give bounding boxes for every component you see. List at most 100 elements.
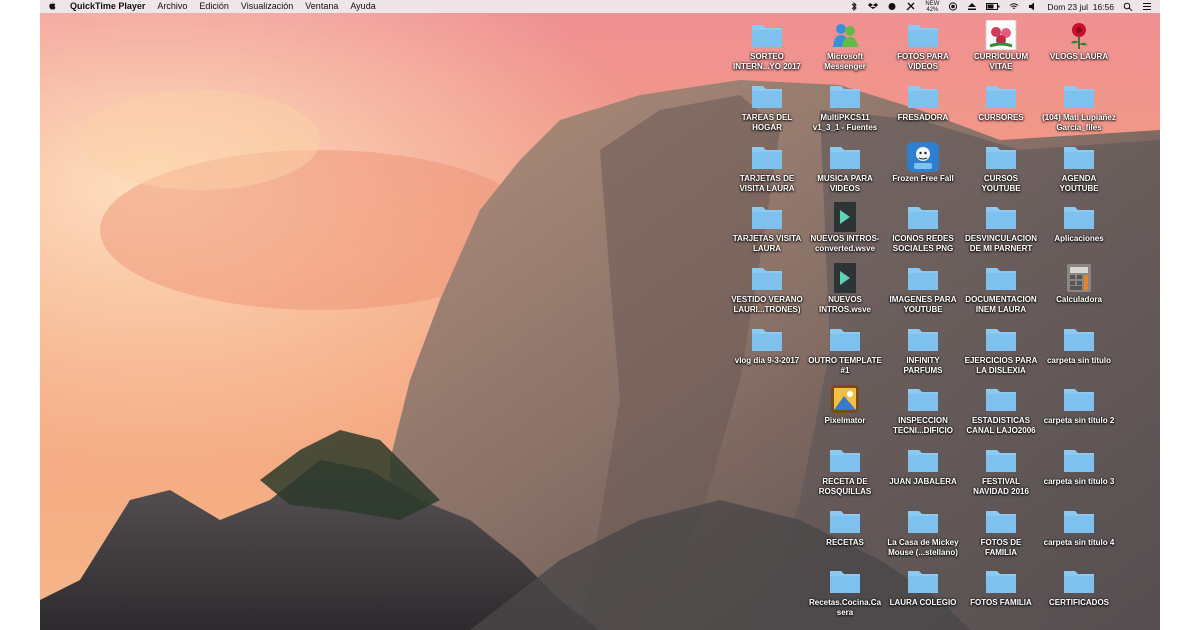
desktop-item-outro-template-1[interactable]: OUTRO TEMPLATE #1 — [806, 324, 884, 376]
desktop-item-label: ESTADISTICAS CANAL LAJO2006 — [966, 416, 1036, 435]
folder-icon — [906, 202, 940, 232]
desktop-item-vlogs-laura[interactable]: VLOGS LAURA — [1040, 20, 1118, 62]
rose-icon — [1062, 20, 1096, 50]
desktop-item-imagenes-para-youtube[interactable]: IMAGENES PARA YOUTUBE — [884, 263, 962, 315]
desktop-item-microsoft-messenger[interactable]: Microsoft Messenger — [806, 20, 884, 72]
desktop-item-tarjetas-de-visita-laura[interactable]: TARJETAS DE VISITA LAURA — [728, 142, 806, 194]
desktop-item-musica-para-videos[interactable]: MUSICA PARA VIDEOS — [806, 142, 884, 194]
folder-icon — [828, 81, 862, 111]
desktop-item-carpeta-sin-t-tulo[interactable]: carpeta sin título — [1040, 324, 1118, 366]
desktop-item-label: CERTIFICADOS — [1049, 598, 1109, 607]
apple-menu-icon[interactable] — [40, 1, 64, 12]
desktop-item-inspeccion-tecni-dificio[interactable]: INSPECCION TECNI...DIFICIO — [884, 384, 962, 436]
desktop-item-label: CURSOS YOUTUBE — [981, 174, 1021, 193]
desktop-item-label: MUSICA PARA VIDEOS — [817, 174, 873, 193]
desktop-item-label: Recetas.Cocina.Ca sera — [808, 598, 882, 617]
desktop-item-desvinculacion-de-mi-parnert[interactable]: DESVINCULACION DE MI PARNERT — [962, 202, 1040, 254]
record-icon[interactable] — [948, 2, 958, 11]
desktop-item-juan-jabalera[interactable]: JUAN JABALERA — [884, 445, 962, 487]
desktop-item-documentacion-inem-laura[interactable]: DOCUMENTACION INEM LAURA — [962, 263, 1040, 315]
desktop-item-fotos-de-familia[interactable]: FOTOS DE FAMILIA — [962, 506, 1040, 558]
desktop-item-agenda-youtube[interactable]: AGENDA YOUTUBE — [1040, 142, 1118, 194]
desktop-item-infinity-parfums[interactable]: INFINITY PARFUMS — [884, 324, 962, 376]
menu-ayuda[interactable]: Ayuda — [344, 0, 381, 13]
desktop-item-vlog-dia-9-3-2017[interactable]: vlog dia 9-3-2017 — [728, 324, 806, 366]
notification-center-icon[interactable] — [1142, 2, 1152, 11]
desktop-item-tareas-del-hogar[interactable]: TAREAS DEL HOGAR — [728, 81, 806, 133]
desktop-item-recetas[interactable]: RECETAS — [806, 506, 884, 548]
desktop-item-multipkcs11-v1-3-1-fuentes[interactable]: MultiPKCS11 v1_3_1 - Fuentes — [806, 81, 884, 133]
desktop-item-fotos-familia[interactable]: FOTOS FAMILIA — [962, 566, 1040, 608]
desktop-item-pixelmator[interactable]: Pixelmator — [806, 384, 884, 426]
desktop-item-cursores[interactable]: CURSORES — [962, 81, 1040, 123]
folder-icon — [750, 81, 784, 111]
battery-icon[interactable] — [986, 2, 1000, 11]
desktop-item-aplicaciones[interactable]: Aplicaciones — [1040, 202, 1118, 244]
desktop-item-festival-navidad-2016[interactable]: FESTIVAL NAVIDAD 2016 — [962, 445, 1040, 497]
wsve-icon — [828, 202, 862, 232]
desktop-item-104-mati-lupia-ez-garcia-files[interactable]: (104) Mati Lupiañez Garcia_files — [1040, 81, 1118, 133]
desktop-item-label: NUEVOS INTROS.wsve — [818, 295, 871, 314]
desktop-item-tarjetas-visita-laura[interactable]: TARJETAS VISITA LAURA — [728, 202, 806, 254]
dropbox-icon[interactable] — [868, 2, 879, 11]
menu-archivo[interactable]: Archivo — [151, 0, 193, 13]
desktop-item-recetas-cocina-ca-sera[interactable]: Recetas.Cocina.Ca sera — [806, 566, 884, 618]
desktop-item-nuevos-intros-converted-wsve[interactable]: NUEVOS INTROS- converted.wsve — [806, 202, 884, 254]
menu-ventana[interactable]: Ventana — [299, 0, 344, 13]
desktop-item-carpeta-sin-t-tulo-2[interactable]: carpeta sin título 2 — [1040, 384, 1118, 426]
folder-icon — [828, 566, 862, 596]
folder-icon — [828, 506, 862, 536]
desktop-screen: QuickTime Player Archivo Edición Visuali… — [40, 0, 1160, 630]
desktop-item-label: La Casa de Mickey Mouse (...stellano) — [887, 538, 959, 557]
battery-label-top: NEW — [925, 0, 940, 7]
desktop-item-curriculum-vitae[interactable]: CURRICULUM VITAE — [962, 20, 1040, 72]
bluetooth-status-icon[interactable] — [849, 2, 859, 11]
folder-icon — [750, 20, 784, 50]
folder-icon — [828, 142, 862, 172]
desktop-item-nuevos-intros-wsve[interactable]: NUEVOS INTROS.wsve — [806, 263, 884, 315]
volume-icon[interactable] — [1028, 2, 1038, 11]
desktop-item-ejercicios-para-la-dislexia[interactable]: EJERCICIOS PARA LA DISLEXIA — [962, 324, 1040, 376]
desktop-item-label: OUTRO TEMPLATE #1 — [808, 356, 882, 375]
desktop-item-receta-de-rosquillas[interactable]: RECETA DE ROSQUILLAS — [806, 445, 884, 497]
menubar-clock[interactable]: Dom 23 jul 16:56 — [1047, 2, 1114, 12]
desktop-item-iconos-redes-sociales-png[interactable]: ICONOS REDES SOCIALES PNG — [884, 202, 962, 254]
folder-icon — [906, 20, 940, 50]
folder-icon — [906, 506, 940, 536]
desktop-item-carpeta-sin-t-tulo-4[interactable]: carpeta sin título 4 — [1040, 506, 1118, 548]
flowers-icon — [984, 20, 1018, 50]
battery-status[interactable]: NEW 42% — [925, 1, 939, 13]
desktop-item-label: ICONOS REDES SOCIALES PNG — [892, 234, 954, 253]
desktop-item-cursos-youtube[interactable]: CURSOS YOUTUBE — [962, 142, 1040, 194]
eject-icon[interactable] — [967, 2, 977, 11]
desktop-item-sorteo-intern-yo-2017[interactable]: SORTEO INTERN...YO 2017 — [728, 20, 806, 72]
menu-edicion[interactable]: Edición — [193, 0, 235, 13]
desktop-item-estadisticas-canal-lajo2006[interactable]: ESTADISTICAS CANAL LAJO2006 — [962, 384, 1040, 436]
desktop-item-laura-colegio[interactable]: LAURA COLEGIO — [884, 566, 962, 608]
desktop-item-label: FRESADORA — [897, 113, 949, 122]
pixelmator-icon — [828, 384, 862, 414]
desktop-item-label: INSPECCION TECNI...DIFICIO — [893, 416, 953, 435]
tools-icon[interactable] — [906, 2, 916, 11]
menu-visualizacion[interactable]: Visualización — [235, 0, 299, 13]
desktop-item-la-casa-de-mickey-mouse-stellano[interactable]: La Casa de Mickey Mouse (...stellano) — [884, 506, 962, 558]
desktop-item-carpeta-sin-t-tulo-3[interactable]: carpeta sin título 3 — [1040, 445, 1118, 487]
menu-app-name[interactable]: QuickTime Player — [64, 0, 151, 13]
desktop-item-vestido-verano-lauri-trones[interactable]: VESTIDO VERANO LAURI...TRONES) — [728, 263, 806, 315]
folder-icon — [750, 142, 784, 172]
desktop-item-calculadora[interactable]: Calculadora — [1040, 263, 1118, 305]
desktop-item-certificados[interactable]: CERTIFICADOS — [1040, 566, 1118, 608]
folder-icon — [828, 324, 862, 354]
desktop-item-fotos-para-videos[interactable]: FOTOS PARA VIDEOS — [884, 20, 962, 72]
folder-icon — [984, 324, 1018, 354]
folder-icon — [984, 202, 1018, 232]
desktop-item-fresadora[interactable]: FRESADORA — [884, 81, 962, 123]
spotlight-search-icon[interactable] — [1123, 2, 1133, 11]
desktop-item-label: TAREAS DEL HOGAR — [741, 113, 793, 132]
folder-icon — [828, 445, 862, 475]
desktop-item-label: Microsoft Messenger — [824, 52, 866, 71]
wifi-icon[interactable] — [1009, 2, 1019, 11]
desktop-item-frozen-free-fall[interactable]: Frozen Free Fall — [884, 142, 962, 184]
evernote-icon[interactable] — [887, 2, 897, 11]
desktop-item-label: EJERCICIOS PARA LA DISLEXIA — [964, 356, 1038, 375]
